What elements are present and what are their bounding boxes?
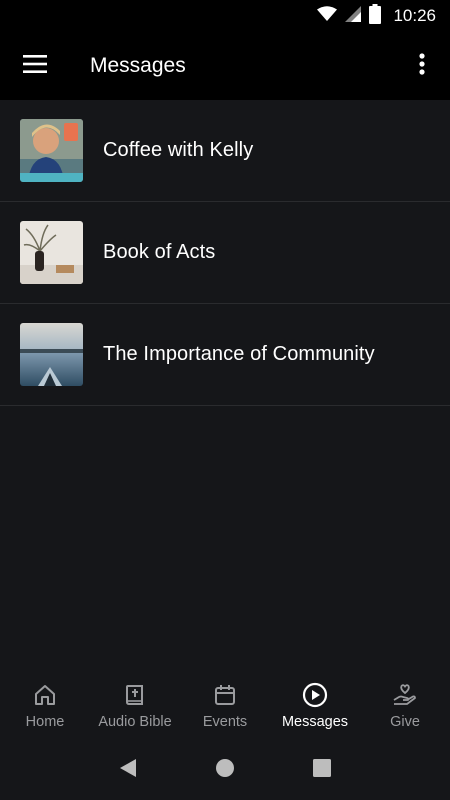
play-circle-icon [302, 682, 328, 708]
nav-audio-bible[interactable]: Audio Bible [90, 670, 180, 740]
back-button[interactable] [108, 750, 148, 790]
menu-button[interactable] [0, 32, 70, 100]
list-item[interactable]: The Importance of Community [0, 304, 450, 406]
status-time: 10:26 [393, 6, 436, 25]
recents-square-icon [312, 758, 331, 782]
wifi-icon [317, 5, 338, 27]
recents-button[interactable] [302, 750, 342, 790]
bottom-navigation: Home Audio Bible Events Messages Give [0, 670, 450, 740]
list-item[interactable]: Coffee with Kelly [0, 100, 450, 202]
hamburger-menu-icon [23, 54, 47, 78]
message-title: Book of Acts [103, 241, 216, 263]
home-circle-icon [215, 758, 235, 783]
nav-messages[interactable]: Messages [270, 670, 360, 740]
message-title: Coffee with Kelly [103, 139, 254, 161]
bible-icon [122, 682, 148, 708]
battery-icon [369, 3, 382, 29]
signal-icon [345, 5, 362, 27]
status-bar: 10:26 [0, 0, 450, 32]
app-bar: Messages [0, 32, 450, 100]
back-triangle-icon [119, 758, 137, 783]
messages-list: Coffee with Kelly Book of Acts The Impor… [0, 100, 450, 406]
overflow-menu-button[interactable] [394, 32, 450, 100]
give-hand-heart-icon [392, 682, 418, 708]
book-of-acts-thumbnail [20, 221, 83, 284]
coffee-with-kelly-thumbnail [20, 119, 83, 182]
calendar-icon [212, 682, 238, 708]
home-system-button[interactable] [205, 750, 245, 790]
nav-give[interactable]: Give [360, 670, 450, 740]
nav-label: Events [202, 714, 248, 730]
message-title: The Importance of Community [103, 343, 375, 365]
home-icon [32, 682, 58, 708]
nav-label: Audio Bible [98, 714, 172, 730]
page-title: Messages [90, 54, 186, 77]
nav-label: Home [25, 714, 65, 730]
nav-label: Messages [281, 714, 349, 730]
more-vertical-icon [419, 52, 425, 80]
community-thumbnail [20, 323, 83, 386]
nav-events[interactable]: Events [180, 670, 270, 740]
list-item[interactable]: Book of Acts [0, 202, 450, 304]
nav-label: Give [390, 714, 420, 730]
nav-home[interactable]: Home [0, 670, 90, 740]
system-navigation-bar [0, 740, 450, 800]
